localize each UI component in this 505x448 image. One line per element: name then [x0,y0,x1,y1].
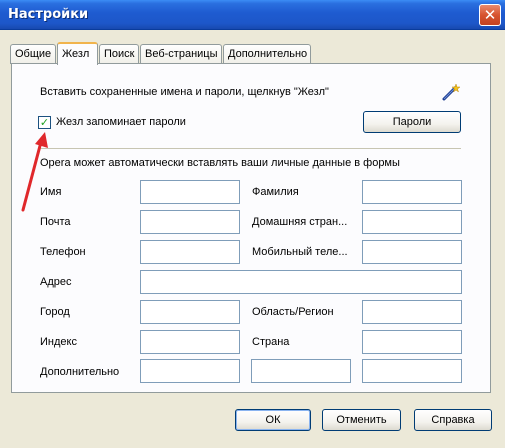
annotation-arrow [21,132,48,212]
window-title: Настройки [8,7,89,22]
cancel-button[interactable]: Отменить [322,409,401,431]
tab-advanced[interactable]: Дополнительно [223,44,311,64]
passwords-button[interactable]: Пароли [363,111,461,133]
remember-passwords-checkbox[interactable]: ✓ [38,116,51,129]
phone-label: Телефон [40,246,86,258]
zip-field[interactable] [140,330,240,354]
extra-field-2[interactable] [251,359,351,383]
mobile-label: Мобильный теле... [252,246,348,258]
zip-label: Индекс [40,336,77,348]
wand-hint-text: Вставить сохраненные имена и пароли, щел… [40,86,329,98]
form-description: Opera может автоматически вставлять ваши… [40,157,400,169]
extra-field-3[interactable] [362,359,462,383]
close-button[interactable]: ✕ [479,4,501,26]
checkmark-icon: ✓ [39,116,50,129]
address-label: Адрес [40,276,72,288]
remember-passwords-label: Жезл запоминает пароли [56,116,186,128]
home-page-label: Домашняя стран... [252,216,348,228]
last-name-label: Фамилия [252,186,299,198]
address-field[interactable] [140,270,462,294]
extra-label: Дополнительно [40,366,120,378]
tab-wand[interactable]: Жезл [57,42,98,65]
close-icon: ✕ [483,5,497,24]
extra-field-1[interactable] [140,359,240,383]
city-label: Город [40,306,70,318]
city-field[interactable] [140,300,240,324]
ok-button[interactable]: ОК [235,409,311,431]
first-name-field[interactable] [140,180,240,204]
tab-web-pages[interactable]: Веб-страницы [140,44,222,64]
mobile-field[interactable] [362,240,462,264]
phone-field[interactable] [140,240,240,264]
title-bar: Настройки ✕ [0,0,505,30]
country-label: Страна [252,336,290,348]
home-page-field[interactable] [362,210,462,234]
email-label: Почта [40,216,71,228]
tab-general[interactable]: Общие [10,44,56,64]
country-field[interactable] [362,330,462,354]
wand-icon [442,83,461,101]
last-name-field[interactable] [362,180,462,204]
divider [40,148,461,149]
tab-search[interactable]: Поиск [99,44,139,64]
help-button[interactable]: Справка [414,409,492,431]
region-field[interactable] [362,300,462,324]
email-field[interactable] [140,210,240,234]
region-label: Область/Регион [252,306,334,318]
